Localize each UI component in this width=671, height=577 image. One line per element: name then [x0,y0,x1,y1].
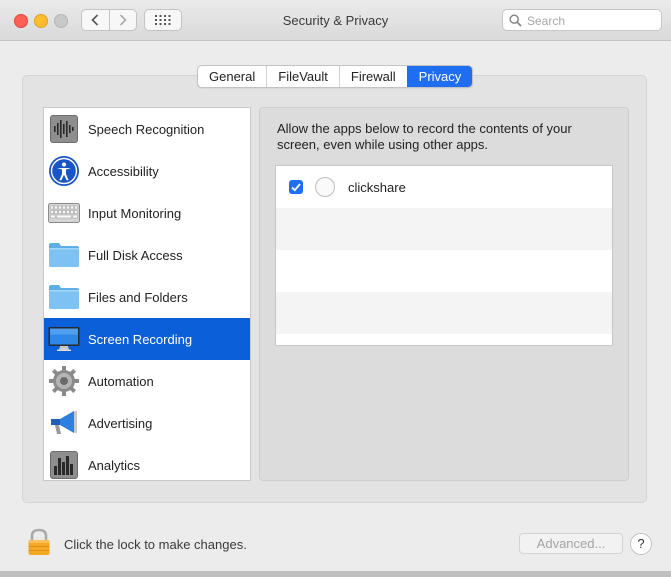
folder-icon [48,239,80,271]
screen-recording-description: Allow the apps below to record the conte… [277,121,572,152]
category-automation[interactable]: Automation [44,360,250,402]
list-row-empty [276,208,612,250]
lock-icon [28,528,50,555]
folder-icon [48,281,80,313]
speech-recognition-icon [48,113,80,145]
category-speech-recognition[interactable]: Speech Recognition [44,108,250,150]
help-button[interactable]: ? [630,533,652,555]
category-full-disk-access[interactable]: Full Disk Access [44,234,250,276]
app-checkbox[interactable] [289,180,303,194]
tab-privacy[interactable]: Privacy [406,66,473,87]
analytics-icon [48,449,80,480]
category-label: Speech Recognition [88,121,205,137]
category-analytics[interactable]: Analytics [44,444,250,480]
privacy-category-list[interactable]: Speech Recognition Accessibility Input M… [43,107,251,481]
lock-instructions: Click the lock to make changes. [64,537,247,552]
category-files-and-folders[interactable]: Files and Folders [44,276,250,318]
category-label: Full Disk Access [88,247,183,263]
background-strip [0,571,671,577]
category-accessibility[interactable]: Accessibility [44,150,250,192]
tab-general[interactable]: General [198,66,266,87]
category-label: Accessibility [88,163,159,179]
category-label: Automation [88,373,154,389]
lock-button[interactable] [27,528,51,559]
advanced-button[interactable]: Advanced... [519,533,623,554]
list-row-empty [276,292,612,334]
category-label: Input Monitoring [88,205,182,221]
checkmark-icon [291,182,301,192]
megaphone-icon [48,407,80,439]
tab-filevault[interactable]: FileVault [266,66,339,87]
tab-bar: General FileVault Firewall Privacy [197,65,474,88]
category-label: Advertising [88,415,153,431]
category-input-monitoring[interactable]: Input Monitoring [44,192,250,234]
category-advertising[interactable]: Advertising [44,402,250,444]
gear-icon [48,365,80,397]
category-label: Analytics [88,457,141,473]
list-row-empty [276,250,612,292]
app-row-clickshare[interactable]: clickshare [276,166,612,208]
app-list[interactable]: clickshare [275,165,613,346]
category-label: Files and Folders [88,289,188,305]
app-name: clickshare [348,179,406,195]
accessibility-icon [48,155,80,187]
display-icon [48,323,80,355]
app-icon [315,177,335,197]
tab-firewall[interactable]: Firewall [338,66,407,87]
category-label: Screen Recording [88,331,193,347]
category-screen-recording[interactable]: Screen Recording [44,318,250,360]
search-input[interactable] [525,12,659,30]
preferences-window: Security & Privacy General FileVault Fir… [0,0,671,577]
search-icon [509,14,522,27]
keyboard-icon [48,197,80,229]
search-field[interactable] [502,9,662,31]
title-bar: Security & Privacy [0,0,671,41]
